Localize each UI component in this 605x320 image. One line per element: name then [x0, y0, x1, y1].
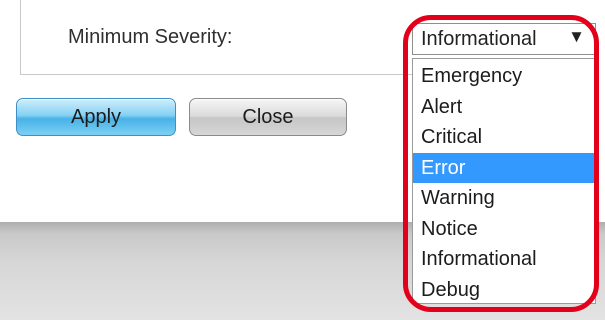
severity-option-debug[interactable]: Debug	[413, 275, 595, 306]
close-button[interactable]: Close	[189, 98, 347, 136]
apply-button[interactable]: Apply	[16, 98, 176, 136]
severity-option-alert[interactable]: Alert	[413, 92, 595, 123]
severity-option-error[interactable]: Error	[413, 152, 595, 183]
severity-option-informational[interactable]: Informational	[413, 244, 595, 275]
severity-option-notice[interactable]: Notice	[413, 214, 595, 245]
minimum-severity-value: Informational	[421, 28, 537, 50]
severity-option-emergency[interactable]: Emergency	[413, 61, 595, 92]
minimum-severity-select[interactable]: Informational ▼	[412, 23, 596, 55]
severity-options-list[interactable]: Emergency Alert Critical Error Warning N…	[412, 58, 596, 304]
minimum-severity-label: Minimum Severity:	[68, 26, 233, 48]
severity-option-warning[interactable]: Warning	[413, 183, 595, 214]
severity-option-critical[interactable]: Critical	[413, 122, 595, 153]
caret-down-icon: ▼	[568, 27, 585, 46]
